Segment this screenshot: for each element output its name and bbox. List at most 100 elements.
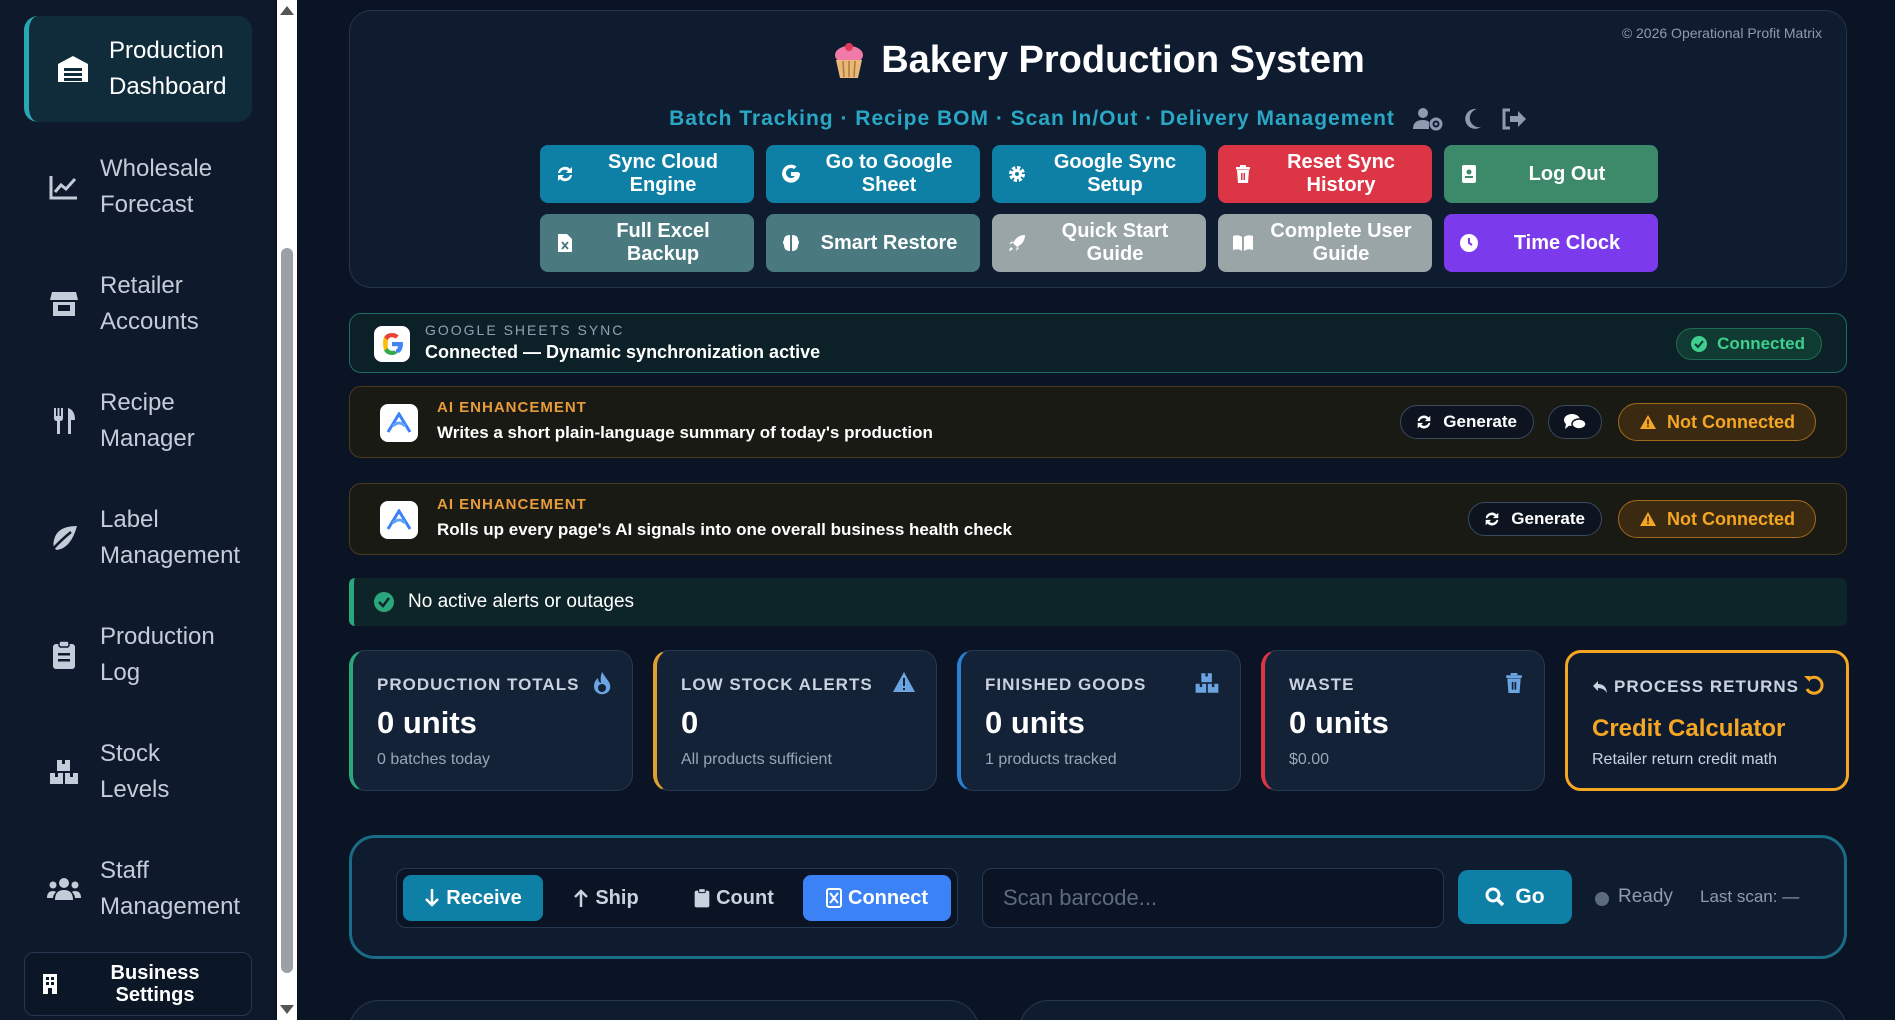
google-sync-setup-button[interactable]: Google Sync Setup bbox=[992, 145, 1206, 203]
go-to-google-sheet-button[interactable]: Go to Google Sheet bbox=[766, 145, 980, 203]
sidebar-item-staff-management[interactable]: Staff Management bbox=[24, 836, 252, 942]
ai-summary-bar: AI ENHANCEMENT Writes a short plain-lang… bbox=[349, 386, 1847, 458]
ai-description: Rolls up every page's AI signals into on… bbox=[437, 520, 1012, 539]
mode-connect-button[interactable]: Connect bbox=[803, 875, 951, 921]
page-title-text: Bakery Production System bbox=[881, 39, 1365, 81]
barcode-scanner-panel: Receive Ship Count Connect Go Ready Last… bbox=[349, 835, 1847, 959]
stat-value: 0 units bbox=[377, 705, 477, 740]
header-card: © 2026 Operational Profit Matrix Bakery … bbox=[349, 10, 1847, 288]
stat-value: 0 bbox=[681, 705, 699, 740]
full-excel-backup-button[interactable]: Full Excel Backup bbox=[540, 214, 754, 272]
sidebar-item-label: Management bbox=[100, 542, 241, 569]
scan-mode-group: Receive Ship Count Connect bbox=[396, 868, 958, 928]
sidebar-item-retailer-accounts[interactable]: Retailer Accounts bbox=[24, 251, 252, 357]
button-label: Engine bbox=[629, 174, 697, 196]
reset-sync-history-button[interactable]: Reset Sync History bbox=[1218, 145, 1432, 203]
log-out-button[interactable]: Log Out bbox=[1444, 145, 1658, 203]
mode-label: Receive bbox=[446, 886, 522, 909]
sidebar-item-label: Forecast bbox=[100, 191, 194, 218]
sidebar-item-label: Label bbox=[100, 506, 159, 533]
button-label: Go to Google bbox=[825, 151, 953, 173]
go-label: Go bbox=[1515, 885, 1545, 908]
stat-sub: 0 batches today bbox=[377, 751, 490, 768]
stat-card-low-stock-alerts[interactable]: LOW STOCK ALERTS 0 All products sufficie… bbox=[653, 650, 937, 791]
sidebar: Production Dashboard Wholesale Forecast Re… bbox=[0, 0, 275, 1020]
user-gear-icon[interactable] bbox=[1412, 107, 1443, 131]
stat-label: WASTE bbox=[1289, 675, 1355, 694]
trash-icon bbox=[1228, 164, 1258, 184]
business-settings-button[interactable]: Business Settings bbox=[24, 952, 252, 1016]
button-label: Sheet bbox=[861, 174, 917, 196]
check-circle-icon bbox=[374, 592, 394, 612]
stat-label: LOW STOCK ALERTS bbox=[681, 675, 873, 694]
stat-label: PROCESS RETURNS bbox=[1592, 677, 1799, 697]
sidebar-item-label: Recipe bbox=[100, 389, 175, 416]
sidebar-item-recipe-manager[interactable]: Recipe Manager bbox=[24, 368, 252, 474]
sidebar-item-label: Retailer bbox=[100, 272, 183, 299]
bluetooth-icon bbox=[826, 888, 842, 908]
scroll-thumb[interactable] bbox=[281, 248, 293, 973]
scroll-down-arrow[interactable] bbox=[280, 1005, 294, 1014]
gear-icon bbox=[1002, 164, 1032, 184]
barcode-input[interactable] bbox=[982, 868, 1444, 928]
sync-status-text: Connected — Dynamic synchronization acti… bbox=[425, 342, 821, 362]
chat-button[interactable] bbox=[1548, 405, 1602, 439]
sidebar-item-label: Log bbox=[100, 659, 141, 686]
mode-receive-button[interactable]: Receive bbox=[403, 875, 543, 921]
quick-start-guide-button[interactable]: Quick Start Guide bbox=[992, 214, 1206, 272]
scroll-up-arrow[interactable] bbox=[280, 6, 294, 15]
sign-out-icon[interactable] bbox=[1501, 108, 1527, 130]
sidebar-item-stock-levels[interactable]: Stock Levels bbox=[24, 719, 252, 825]
boxes-icon bbox=[46, 754, 82, 790]
scan-go-button[interactable]: Go bbox=[1458, 870, 1572, 924]
brain-icon bbox=[776, 233, 806, 253]
mode-count-button[interactable]: Count bbox=[669, 875, 799, 921]
generate-button[interactable]: Generate bbox=[1400, 405, 1534, 439]
moon-icon[interactable] bbox=[1461, 107, 1483, 131]
sidebar-item-production-dashboard[interactable]: Production Dashboard bbox=[24, 16, 252, 122]
generate-button[interactable]: Generate bbox=[1468, 502, 1602, 536]
stat-sub: Retailer return credit math bbox=[1592, 751, 1777, 768]
building-icon bbox=[41, 973, 59, 995]
scanner-status: Ready bbox=[1618, 886, 1673, 907]
sidebar-scrollbar[interactable] bbox=[277, 0, 297, 1020]
button-label: Log Out bbox=[1528, 162, 1606, 185]
sidebar-item-label: Production bbox=[100, 623, 215, 650]
mode-label: Count bbox=[716, 886, 774, 909]
sync-status-label: Connected bbox=[1717, 334, 1805, 353]
complete-user-guide-button[interactable]: Complete User Guide bbox=[1218, 214, 1432, 272]
business-settings-label: Settings bbox=[115, 984, 195, 1006]
generate-label: Generate bbox=[1511, 509, 1585, 528]
button-label: History bbox=[1306, 174, 1376, 196]
button-label: Guide bbox=[1312, 243, 1370, 265]
mode-ship-button[interactable]: Ship bbox=[547, 875, 665, 921]
button-label: Sync Cloud bbox=[607, 151, 718, 173]
excel-file-icon bbox=[550, 233, 580, 253]
check-circle-icon bbox=[1691, 336, 1708, 352]
stat-value: 0 units bbox=[985, 705, 1085, 740]
generate-label: Generate bbox=[1443, 412, 1517, 431]
sidebar-item-label-management[interactable]: Label Management bbox=[24, 485, 252, 591]
stat-card-production-totals[interactable]: PRODUCTION TOTALS 0 units 0 batches toda… bbox=[349, 650, 633, 791]
time-clock-button[interactable]: Time Clock bbox=[1444, 214, 1658, 272]
smart-restore-button[interactable]: Smart Restore bbox=[766, 214, 980, 272]
warning-icon bbox=[1640, 415, 1656, 429]
sync-cloud-engine-button[interactable]: Sync Cloud Engine bbox=[540, 145, 754, 203]
sidebar-item-production-log[interactable]: Production Log bbox=[24, 602, 252, 708]
bottom-card-right bbox=[1019, 1000, 1847, 1020]
ai-status-badge: Not Connected bbox=[1618, 403, 1816, 441]
sidebar-item-label: Dashboard bbox=[109, 73, 227, 100]
google-sheets-sync-bar: GOOGLE SHEETS SYNC Connected — Dynamic s… bbox=[349, 313, 1847, 373]
stat-value: 0 units bbox=[1289, 705, 1389, 740]
button-label: Reset Sync bbox=[1287, 151, 1395, 173]
button-label: Google Sync bbox=[1053, 151, 1177, 173]
business-settings-label: Business bbox=[110, 962, 200, 984]
stat-card-waste[interactable]: WASTE 0 units $0.00 bbox=[1261, 650, 1545, 791]
ai-logo-icon bbox=[380, 501, 418, 539]
sidebar-item-wholesale-forecast[interactable]: Wholesale Forecast bbox=[24, 134, 252, 240]
sync-icon bbox=[550, 164, 580, 184]
stat-card-process-returns[interactable]: PROCESS RETURNS Credit Calculator Retail… bbox=[1565, 650, 1849, 791]
sidebar-item-label: Production bbox=[109, 37, 224, 64]
stat-card-finished-goods[interactable]: FINISHED GOODS 0 units 1 products tracke… bbox=[957, 650, 1241, 791]
ai-status-badge: Not Connected bbox=[1618, 500, 1816, 538]
